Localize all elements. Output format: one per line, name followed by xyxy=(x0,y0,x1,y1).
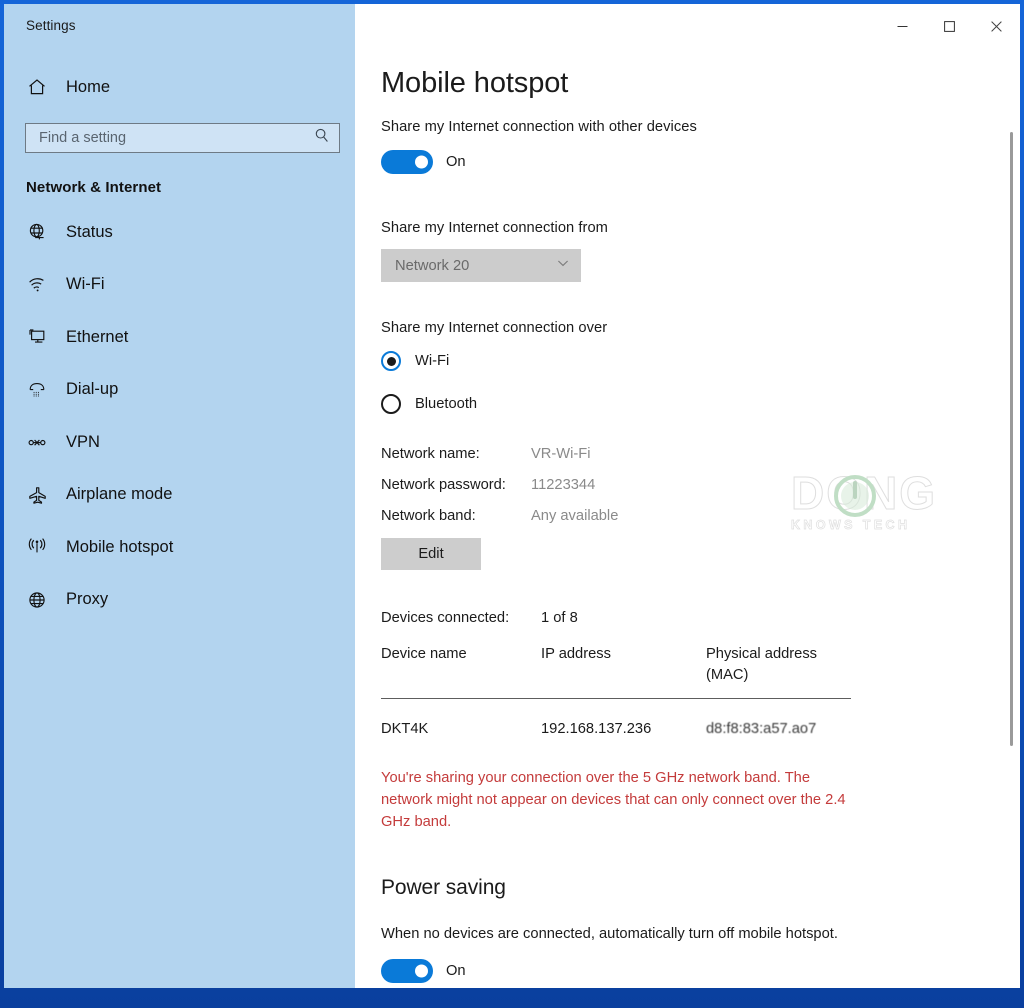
toggle-knob xyxy=(415,964,428,978)
maximize-button[interactable] xyxy=(926,4,973,48)
chevron-down-icon xyxy=(556,256,570,275)
share-connection-toggle-row: On xyxy=(381,150,981,174)
devices-connected-label: Devices connected: xyxy=(381,610,510,626)
sidebar-item-label: Airplane mode xyxy=(66,485,173,503)
settings-content: Mobile hotspot Share my Internet connect… xyxy=(381,4,981,983)
power-saving-toggle[interactable] xyxy=(381,958,433,983)
airplane-icon xyxy=(26,484,48,506)
sidebar: Settings Home Find a setting Network & I… xyxy=(4,4,355,988)
home-icon xyxy=(26,76,48,98)
search-input[interactable]: Find a setting xyxy=(25,123,340,153)
network-band-row: Network band: Any available xyxy=(381,508,981,524)
search-icon xyxy=(314,128,330,149)
sidebar-item-dialup[interactable]: Dial-up xyxy=(4,373,355,407)
window-title: Settings xyxy=(26,18,76,33)
hotspot-icon xyxy=(26,536,48,558)
globe-status-icon xyxy=(26,221,48,243)
settings-window: Settings Home Find a setting Network & I… xyxy=(4,4,1020,988)
radio-option-wifi[interactable]: Wi-Fi xyxy=(381,351,981,371)
search-placeholder: Find a setting xyxy=(39,130,127,146)
sidebar-item-ethernet[interactable]: Ethernet xyxy=(4,320,355,354)
network-password-value: 11223344 xyxy=(531,477,596,493)
power-saving-toggle-row: On xyxy=(381,958,981,983)
minimize-button[interactable] xyxy=(879,4,926,48)
sidebar-category: Network & Internet xyxy=(26,179,162,196)
share-from-selected-value: Network 20 xyxy=(395,257,470,274)
devices-connected-row: Devices connected: 1 of 8 xyxy=(381,610,981,626)
radio-wifi-label: Wi-Fi xyxy=(415,353,450,369)
minimize-icon xyxy=(897,25,908,27)
sidebar-item-vpn[interactable]: VPN xyxy=(4,425,355,459)
sidebar-item-label: Mobile hotspot xyxy=(66,537,174,556)
window-controls xyxy=(879,4,1020,48)
close-icon xyxy=(991,20,1002,32)
power-saving-heading: Power saving xyxy=(381,875,506,899)
close-button[interactable] xyxy=(973,4,1020,48)
network-password-key: Network password: xyxy=(381,477,506,493)
cell-device-name: DKT4K xyxy=(381,720,429,737)
globe-proxy-icon xyxy=(26,589,48,611)
sidebar-item-label: Dial-up xyxy=(66,380,119,398)
share-connection-toggle[interactable] xyxy=(381,150,433,174)
network-name-row: Network name: VR-Wi-Fi xyxy=(381,446,981,462)
maximize-icon xyxy=(944,20,955,32)
sidebar-item-label: Wi-Fi xyxy=(66,275,105,293)
network-name-key: Network name: xyxy=(381,446,480,462)
cell-mac-address: d8:f8:83:a57.ao7 xyxy=(706,720,817,737)
devices-connected-count: 1 of 8 xyxy=(541,610,578,626)
sidebar-nav: Status Wi-Fi Ethernet Dial-up VPN Airpla… xyxy=(4,215,355,617)
dialup-phone-icon xyxy=(26,379,48,401)
sidebar-item-label: Proxy xyxy=(66,590,109,608)
sidebar-item-wifi[interactable]: Wi-Fi xyxy=(4,268,355,302)
sidebar-item-label: Ethernet xyxy=(66,327,129,346)
column-header-ip-address: IP address xyxy=(541,644,706,699)
scrollbar-thumb[interactable] xyxy=(1010,132,1013,746)
share-over-label: Share my Internet connection over xyxy=(381,320,608,336)
network-band-value: Any available xyxy=(531,508,619,524)
table-header-row: Device name IP address Physical address … xyxy=(381,644,851,699)
ethernet-icon xyxy=(26,326,48,348)
share-connection-toggle-state: On xyxy=(446,154,466,170)
sidebar-item-home[interactable]: Home xyxy=(4,70,355,104)
power-saving-toggle-state: On xyxy=(446,962,466,979)
sidebar-home-label: Home xyxy=(66,77,111,96)
wifi-icon xyxy=(26,274,48,296)
column-header-mac-address: Physical address (MAC) xyxy=(706,644,851,699)
band-warning-message: You're sharing your connection over the … xyxy=(381,769,846,831)
toggle-knob xyxy=(415,155,428,169)
radio-option-bluetooth[interactable]: Bluetooth xyxy=(381,394,981,414)
sidebar-item-label: Status xyxy=(66,222,113,241)
main-pane: Mobile hotspot Share my Internet connect… xyxy=(355,4,1020,988)
network-details: Network name: VR-Wi-Fi Network password:… xyxy=(381,446,981,524)
cell-ip-address: 192.168.137.236 xyxy=(541,720,652,737)
network-band-key: Network band: xyxy=(381,508,476,524)
connected-devices-table: Device name IP address Physical address … xyxy=(381,644,851,737)
column-header-device-name: Device name xyxy=(381,644,541,699)
sidebar-item-airplane-mode[interactable]: Airplane mode xyxy=(4,478,355,512)
scrollbar[interactable] xyxy=(1006,48,1018,988)
edit-button[interactable]: Edit xyxy=(381,538,481,570)
sidebar-item-status[interactable]: Status xyxy=(4,215,355,249)
radio-bluetooth-label: Bluetooth xyxy=(415,396,478,412)
table-row: DKT4K 192.168.137.236 d8:f8:83:a57.ao7 xyxy=(381,698,851,737)
page-title: Mobile hotspot xyxy=(381,67,569,99)
power-saving-description: When no devices are connected, automatic… xyxy=(381,925,838,942)
network-name-value: VR-Wi-Fi xyxy=(531,446,591,462)
share-connection-label: Share my Internet connection with other … xyxy=(381,119,697,135)
radio-bluetooth-control[interactable] xyxy=(381,394,401,414)
sidebar-item-label: VPN xyxy=(66,432,100,451)
share-from-dropdown[interactable]: Network 20 xyxy=(381,249,581,282)
vpn-icon xyxy=(26,431,48,453)
sidebar-item-proxy[interactable]: Proxy xyxy=(4,583,355,617)
share-from-label: Share my Internet connection from xyxy=(381,220,608,236)
network-password-row: Network password: 11223344 xyxy=(381,477,981,493)
sidebar-item-mobile-hotspot[interactable]: Mobile hotspot xyxy=(4,530,355,564)
radio-wifi-control[interactable] xyxy=(381,351,401,371)
